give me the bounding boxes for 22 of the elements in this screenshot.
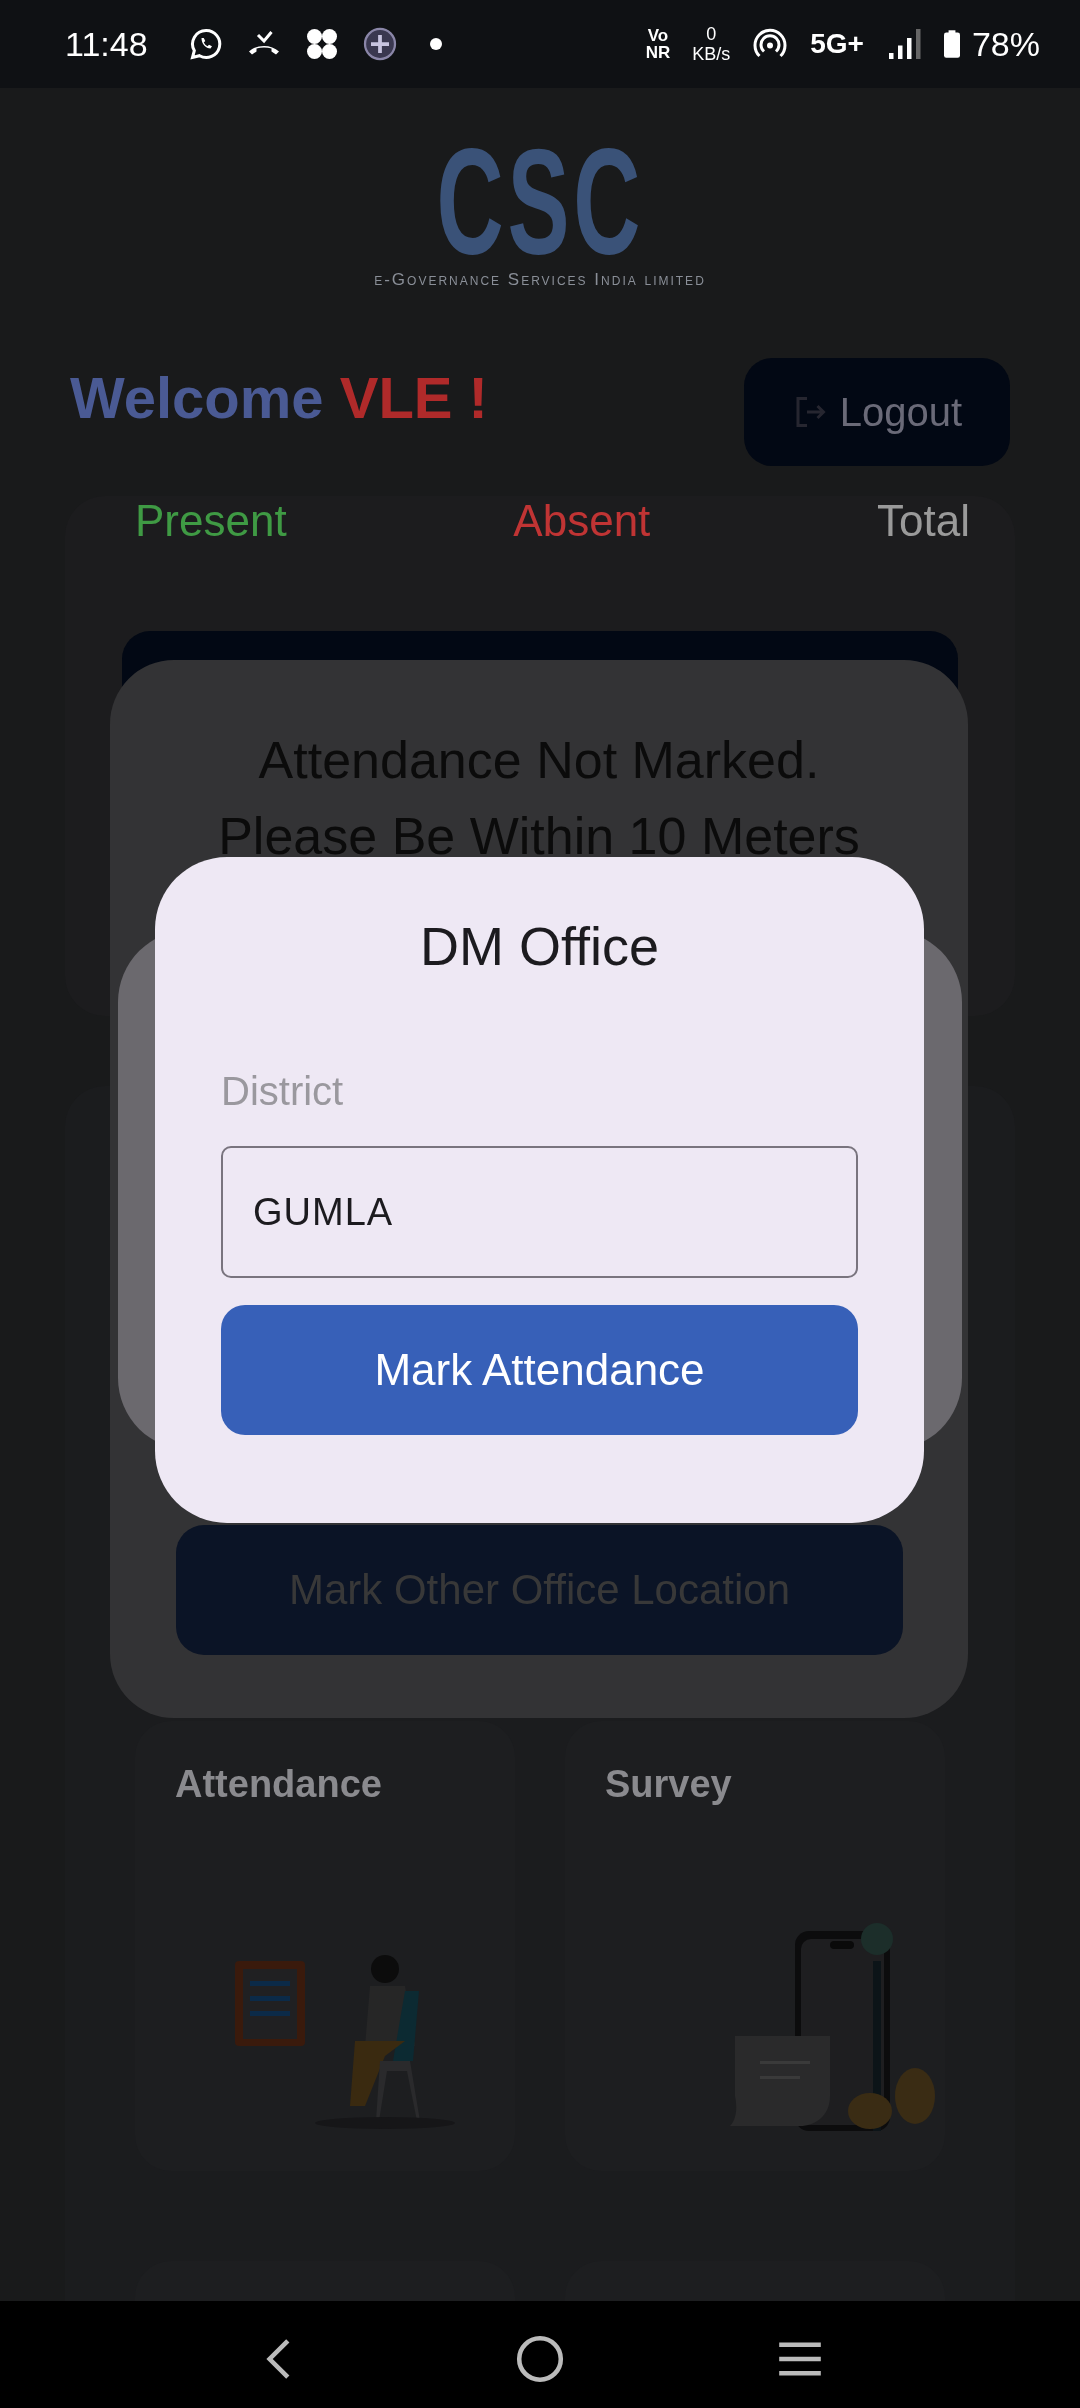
tile-title: Survey (605, 1763, 732, 1806)
logout-button[interactable]: Logout (744, 358, 1010, 466)
dialog-title: DM Office (419, 915, 659, 977)
clock-time: 11:48 (65, 24, 148, 64)
field-label: District (221, 1069, 344, 1114)
battery-percent: 78% (971, 24, 1040, 64)
district-field[interactable]: GUMLA (221, 1146, 858, 1278)
notification-dot-icon (429, 38, 442, 50)
stat-label: Total (877, 496, 970, 546)
welcome-heading: Welcome VLE ! (70, 363, 488, 431)
home-icon[interactable] (514, 2333, 566, 2385)
logo-text: CSC (436, 142, 644, 262)
logo-subtitle: e-Governance Services India limited (374, 270, 706, 290)
stat-label: Present (135, 496, 287, 546)
tile-title: Attendance (175, 1763, 382, 1806)
data-speed: 0 KB/s (692, 24, 731, 64)
stat-label: Absent (513, 496, 651, 546)
battery-icon (943, 29, 960, 59)
mark-attendance-button[interactable]: Mark Attendance (221, 1305, 858, 1435)
network-type: 5G+ (810, 28, 864, 60)
chat-icon (187, 26, 224, 62)
volte-indicator: Vo NR (645, 27, 671, 61)
